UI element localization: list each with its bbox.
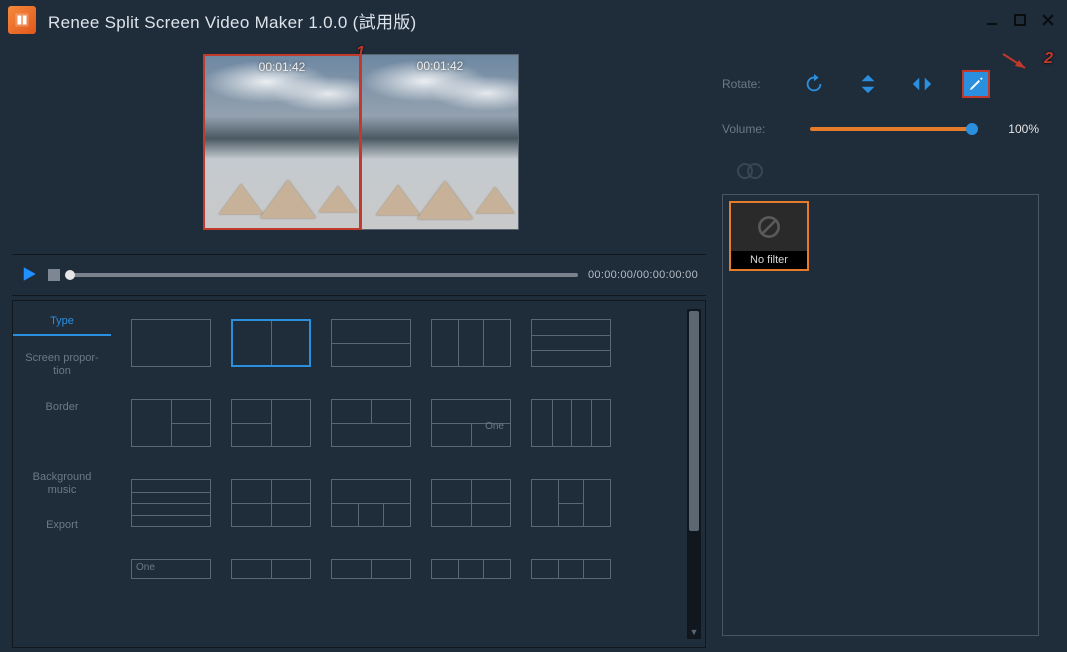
volume-slider-knob[interactable]	[966, 123, 978, 135]
volume-slider[interactable]	[810, 127, 972, 131]
layout-template[interactable]	[231, 319, 311, 367]
playback-bar: 00:00:00/00:00:00:00	[12, 254, 706, 296]
preview-area: 1 00:01:42 00:01:42	[12, 54, 710, 254]
layout-template[interactable]	[431, 559, 511, 579]
scrollbar-thumb[interactable]	[689, 311, 699, 531]
sidebar-item-type[interactable]: Type	[13, 309, 111, 336]
layout-template[interactable]	[331, 559, 411, 579]
preview-panel-2[interactable]: 00:01:42	[361, 54, 519, 230]
timecode-display: 00:00:00/00:00:00:00	[588, 269, 698, 281]
layout-templates-grid: One One	[111, 301, 705, 647]
volume-controls: Vol­ume: 100%	[722, 122, 1039, 136]
filter-label: No filter	[731, 251, 807, 269]
sidebar-item-placeholder	[13, 430, 111, 455]
layout-template[interactable]	[331, 399, 411, 447]
timeline-playhead[interactable]	[65, 270, 75, 280]
layout-template[interactable]	[231, 559, 311, 579]
volume-label: Vol­ume:	[722, 123, 774, 135]
app-title: Renee Split Screen Video Maker 1.0.0 (試用…	[48, 8, 417, 33]
app-logo-icon	[8, 6, 36, 34]
template-cell-label: One	[485, 421, 504, 432]
annotation-arrow-icon	[1001, 52, 1031, 72]
layout-template[interactable]	[531, 479, 611, 527]
templates-scrollbar[interactable]: ▲ ▼	[687, 309, 701, 639]
layout-template[interactable]	[331, 319, 411, 367]
layout-template[interactable]	[531, 559, 611, 579]
preview-panel-1[interactable]: 00:01:42	[203, 54, 361, 230]
templates-panel: Type Screen propor­tion Border Backgroun…	[12, 300, 706, 648]
layout-template[interactable]	[231, 479, 311, 527]
edit-button[interactable]	[962, 70, 990, 98]
layout-template[interactable]	[431, 479, 511, 527]
rotate-cw-button[interactable]	[800, 70, 828, 98]
layout-template[interactable]	[531, 319, 611, 367]
no-filter-icon	[731, 203, 807, 251]
sidebar-item-background-music[interactable]: Background music	[13, 465, 111, 503]
annotation-2: 2	[1044, 50, 1053, 68]
flip-horizontal-button[interactable]	[908, 70, 936, 98]
layout-template[interactable]	[131, 479, 211, 527]
layout-template[interactable]	[531, 399, 611, 447]
sidebar-item-screen-proportion[interactable]: Screen propor­tion	[13, 346, 111, 384]
filter-no-filter[interactable]: No filter	[729, 201, 809, 271]
sidebar-item-border[interactable]: Border	[13, 395, 111, 420]
title-bar: Renee Split Screen Video Maker 1.0.0 (試用…	[0, 0, 1067, 40]
filters-icon	[736, 162, 764, 180]
layout-template[interactable]	[231, 399, 311, 447]
flip-vertical-button[interactable]	[854, 70, 882, 98]
volume-value: 100%	[1008, 122, 1039, 136]
filters-panel: No filter	[722, 194, 1039, 636]
minimize-button[interactable]	[981, 9, 1003, 31]
rotate-label: Rotate:	[722, 77, 774, 91]
layout-template[interactable]	[131, 399, 211, 447]
preview-1-timestamp: 00:01:42	[205, 60, 359, 74]
rotate-controls: Rotate:	[722, 70, 1039, 98]
timeline-slider[interactable]	[70, 273, 578, 277]
close-button[interactable]	[1037, 9, 1059, 31]
stop-button[interactable]	[48, 269, 60, 281]
layout-template[interactable]	[331, 479, 411, 527]
sidebar-item-export[interactable]: Export	[13, 513, 111, 538]
layout-template[interactable]: One	[131, 559, 211, 579]
maximize-button[interactable]	[1009, 9, 1031, 31]
preview-2-timestamp: 00:01:42	[362, 59, 518, 73]
play-button[interactable]	[20, 265, 38, 286]
scroll-down-button[interactable]: ▼	[687, 625, 701, 639]
timecode-current: 00:00:00	[588, 269, 633, 281]
template-cell-label: One	[136, 562, 155, 573]
layout-template[interactable]	[431, 319, 511, 367]
layout-template[interactable]	[131, 319, 211, 367]
options-sidebar: Type Screen propor­tion Border Backgroun…	[13, 301, 111, 647]
layout-template[interactable]: One	[431, 399, 511, 447]
timecode-total: 00:00:00:00	[637, 269, 698, 281]
